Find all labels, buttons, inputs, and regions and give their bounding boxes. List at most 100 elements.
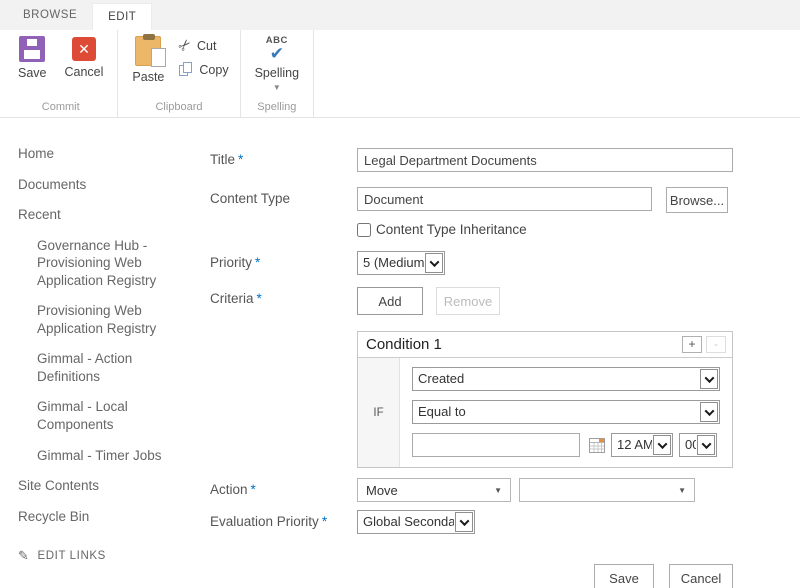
title-input[interactable]: [357, 148, 733, 172]
select-dropdown-button[interactable]: [700, 402, 718, 422]
priority-select[interactable]: 5 (Medium): [357, 251, 445, 275]
priority-select-value: 5 (Medium): [358, 252, 424, 274]
condition-title: Condition 1: [366, 336, 442, 353]
sidebar-item-provisioning-web-application-registry[interactable]: Provisioning Web Application Registry: [37, 302, 172, 337]
save-floppy-icon: [19, 36, 45, 62]
triangle-down-icon: ▼: [494, 486, 502, 495]
cancel-x-icon: ✕: [72, 37, 96, 61]
chevron-down-icon: [657, 439, 667, 449]
condition-field-value: Created: [413, 368, 699, 390]
sidebar-item-recycle-bin[interactable]: Recycle Bin: [18, 508, 173, 526]
select-dropdown-button[interactable]: [700, 369, 718, 389]
action-select-value: Move: [366, 483, 398, 498]
paste-button[interactable]: Paste: [126, 32, 170, 84]
form-footer: Save Cancel: [357, 564, 733, 588]
cancel-ribbon-label: Cancel: [65, 65, 104, 79]
condition-remove-button[interactable]: -: [706, 336, 726, 353]
priority-field-label: Priority*: [210, 251, 357, 275]
calendar-picker-icon[interactable]: [589, 438, 605, 453]
tab-edit[interactable]: EDIT: [92, 3, 152, 30]
browse-button[interactable]: Browse...: [666, 187, 728, 213]
form-cancel-button[interactable]: Cancel: [669, 564, 733, 588]
sidebar-item-documents[interactable]: Documents: [18, 176, 173, 194]
condition-operator-select[interactable]: Equal to: [412, 400, 720, 424]
title-field-label: Title*: [210, 148, 357, 172]
content-type-inheritance-option: Content Type Inheritance: [357, 222, 527, 237]
save-ribbon-button[interactable]: Save: [12, 32, 53, 80]
cut-label: Cut: [197, 39, 216, 53]
condition-panel: Condition 1 + - IF Created Equal: [357, 331, 733, 468]
criteria-remove-button[interactable]: Remove: [436, 287, 500, 315]
sidebar-item-gimmal-action-definitions[interactable]: Gimmal - Action Definitions: [37, 350, 172, 385]
condition-header: Condition 1 + -: [358, 332, 732, 358]
condition-hour-value: 12 AM: [612, 434, 652, 456]
criteria-field-label: Criteria*: [210, 287, 357, 315]
edit-links-button[interactable]: ✎ EDIT LINKS: [18, 548, 210, 564]
evaluation-priority-field-label: Evaluation Priority*: [210, 510, 357, 534]
sidebar-item-home[interactable]: Home: [18, 145, 173, 163]
required-asterisk: *: [238, 152, 243, 167]
sidebar-item-governance-hub-provisioning-web-application-registry[interactable]: Governance Hub - Provisioning Web Applic…: [37, 237, 172, 290]
copy-pages-icon: [179, 62, 194, 77]
sidebar-item-recent[interactable]: Recent: [18, 206, 173, 224]
copy-label: Copy: [199, 63, 228, 77]
chevron-down-icon: [429, 257, 439, 267]
ribbon-group-spelling: ABC✔ Spelling ▼ Spelling: [241, 30, 314, 117]
sidebar-item-gimmal-timer-jobs[interactable]: Gimmal - Timer Jobs: [37, 447, 172, 465]
evaluation-priority-select[interactable]: Global Secondary: [357, 510, 475, 534]
tab-browse[interactable]: BROWSE: [8, 0, 92, 30]
content-type-inheritance-label: Content Type Inheritance: [376, 222, 527, 237]
required-asterisk: *: [255, 255, 260, 270]
edit-form: Title* Content Type Browse... Content Ty…: [210, 118, 800, 588]
spelling-button[interactable]: ABC✔ Spelling ▼: [249, 32, 305, 92]
condition-hour-select[interactable]: 12 AM: [611, 433, 673, 457]
content-type-field-label: Content Type: [210, 187, 357, 213]
select-dropdown-button[interactable]: [425, 253, 443, 273]
cut-button[interactable]: ✂ Cut: [176, 36, 231, 55]
chevron-down-icon: [459, 516, 469, 526]
left-navigation: Home Documents Recent Governance Hub - P…: [0, 118, 210, 588]
cancel-ribbon-button[interactable]: ✕ Cancel: [59, 32, 110, 79]
paste-label: Paste: [132, 70, 164, 84]
ribbon: Save ✕ Cancel Commit Paste ✂ Cut: [0, 30, 800, 118]
ribbon-group-commit: Save ✕ Cancel Commit: [4, 30, 118, 117]
cut-scissors-icon: ✂: [176, 36, 196, 56]
action-field-label: Action*: [210, 478, 357, 502]
required-asterisk: *: [257, 291, 262, 306]
sidebar-item-site-contents[interactable]: Site Contents: [18, 477, 173, 495]
action-select[interactable]: Move ▼: [357, 478, 511, 502]
paste-clipboard-icon: [135, 36, 161, 66]
chevron-down-icon: [704, 406, 714, 416]
chevron-down-icon: [701, 439, 711, 449]
select-dropdown-button[interactable]: [455, 512, 473, 532]
required-asterisk: *: [251, 482, 256, 497]
content-type-input[interactable]: [357, 187, 652, 211]
sidebar-item-gimmal-local-components[interactable]: Gimmal - Local Components: [37, 398, 172, 433]
action-target-select[interactable]: ▼: [519, 478, 695, 502]
ribbon-tab-strip: BROWSE EDIT: [0, 0, 800, 30]
content-type-inheritance-checkbox[interactable]: [357, 223, 371, 237]
if-label: IF: [358, 358, 400, 467]
copy-button[interactable]: Copy: [176, 60, 231, 79]
pencil-icon: ✎: [18, 548, 30, 564]
form-save-button[interactable]: Save: [594, 564, 654, 588]
save-ribbon-label: Save: [18, 66, 47, 80]
chevron-down-icon: ▼: [273, 84, 281, 92]
condition-operator-value: Equal to: [413, 401, 699, 423]
select-dropdown-button[interactable]: [653, 435, 671, 455]
triangle-down-icon: ▼: [678, 486, 686, 495]
spelling-label: Spelling: [255, 66, 299, 80]
condition-field-select[interactable]: Created: [412, 367, 720, 391]
required-asterisk: *: [322, 514, 327, 529]
spelling-abc-check-icon: ABC✔: [266, 36, 288, 62]
evaluation-priority-value: Global Secondary: [358, 511, 454, 533]
criteria-add-button[interactable]: Add: [357, 287, 423, 315]
spelling-group-label: Spelling: [249, 100, 305, 117]
chevron-down-icon: [704, 373, 714, 383]
select-dropdown-button[interactable]: [697, 435, 715, 455]
condition-minute-select[interactable]: 00: [679, 433, 717, 457]
clipboard-group-label: Clipboard: [126, 100, 231, 117]
condition-date-input[interactable]: [412, 433, 580, 457]
edit-links-label: EDIT LINKS: [38, 550, 106, 562]
condition-add-button[interactable]: +: [682, 336, 702, 353]
